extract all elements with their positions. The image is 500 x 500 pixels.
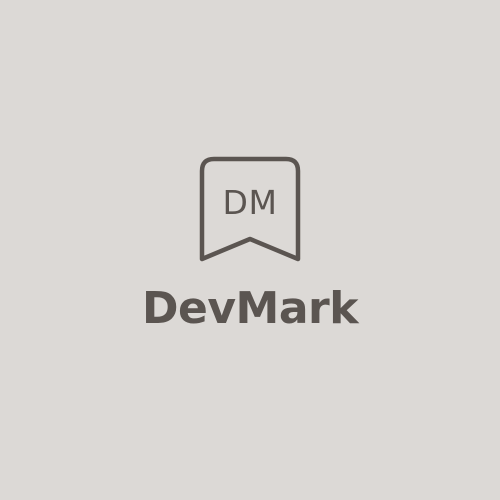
brand-initials: DM bbox=[222, 183, 278, 222]
logo-canvas: DM DevMark bbox=[0, 0, 500, 500]
bookmark-ribbon-icon: DM bbox=[199, 156, 301, 263]
brand-name: DevMark bbox=[142, 283, 358, 334]
